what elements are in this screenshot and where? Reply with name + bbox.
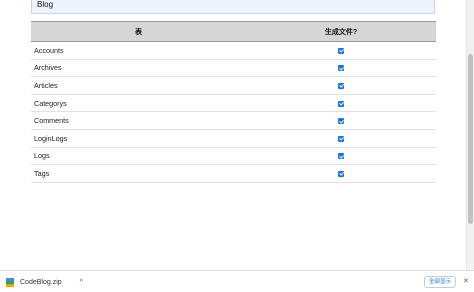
generate-cell — [246, 147, 436, 166]
vertical-scrollbar[interactable] — [466, 0, 474, 270]
table-row: Articles — [31, 76, 436, 95]
table-name-cell: Tags — [31, 164, 246, 183]
generate-cell — [246, 41, 436, 60]
download-item[interactable]: CodeBlog.zip ^ — [6, 276, 83, 288]
generate-checkbox[interactable] — [338, 100, 344, 107]
table-name-cell: Categorys — [31, 94, 246, 113]
column-header-table: 表 — [31, 21, 246, 42]
table-row: Logs — [31, 147, 436, 166]
table-row: Accounts — [31, 41, 436, 60]
generate-checkbox[interactable] — [338, 47, 344, 54]
generate-cell — [246, 76, 436, 95]
generate-cell — [246, 111, 436, 130]
table-row: Categorys — [31, 94, 436, 113]
table-name-cell: LoginLogs — [31, 129, 246, 148]
generate-checkbox[interactable] — [338, 153, 344, 160]
download-bar: CodeBlog.zip ^ 全部显示 ✕ — [0, 270, 474, 292]
column-header-generate: 生成文件? — [246, 21, 436, 42]
table-row: LoginLogs — [31, 129, 436, 148]
show-all-button[interactable]: 全部显示 — [424, 276, 456, 288]
table-row: Archives — [31, 59, 436, 78]
close-icon[interactable]: ✕ — [463, 277, 469, 285]
generate-checkbox[interactable] — [338, 83, 344, 90]
table-row: Comments — [31, 111, 436, 130]
generate-checkbox[interactable] — [338, 171, 344, 178]
table-name-cell: Articles — [31, 76, 246, 95]
download-file-name: CodeBlog.zip — [20, 278, 62, 286]
generate-cell — [246, 59, 436, 78]
generate-cell — [246, 129, 436, 148]
generate-cell — [246, 94, 436, 113]
grid-header-row: 表 生成文件? — [31, 21, 436, 42]
generate-cell — [246, 164, 436, 183]
scrollbar-thumb[interactable] — [468, 54, 473, 224]
tables-grid: 表 生成文件? Accounts Archives Articles Category… — [31, 21, 436, 183]
chevron-up-icon[interactable]: ^ — [80, 279, 83, 286]
database-name: Blog — [37, 0, 54, 9]
table-name-cell: Logs — [31, 147, 246, 166]
zip-file-icon — [6, 277, 14, 287]
database-name-box: Blog — [31, 0, 435, 14]
generate-checkbox[interactable] — [338, 135, 344, 142]
table-row: Tags — [31, 164, 436, 183]
page-content: Blog 表 生成文件? Accounts Archives Articles Cat… — [0, 0, 466, 270]
generate-checkbox[interactable] — [338, 65, 344, 72]
table-name-cell: Comments — [31, 111, 246, 130]
table-name-cell: Accounts — [31, 41, 246, 60]
table-name-cell: Archives — [31, 59, 246, 78]
generate-checkbox[interactable] — [338, 118, 344, 125]
